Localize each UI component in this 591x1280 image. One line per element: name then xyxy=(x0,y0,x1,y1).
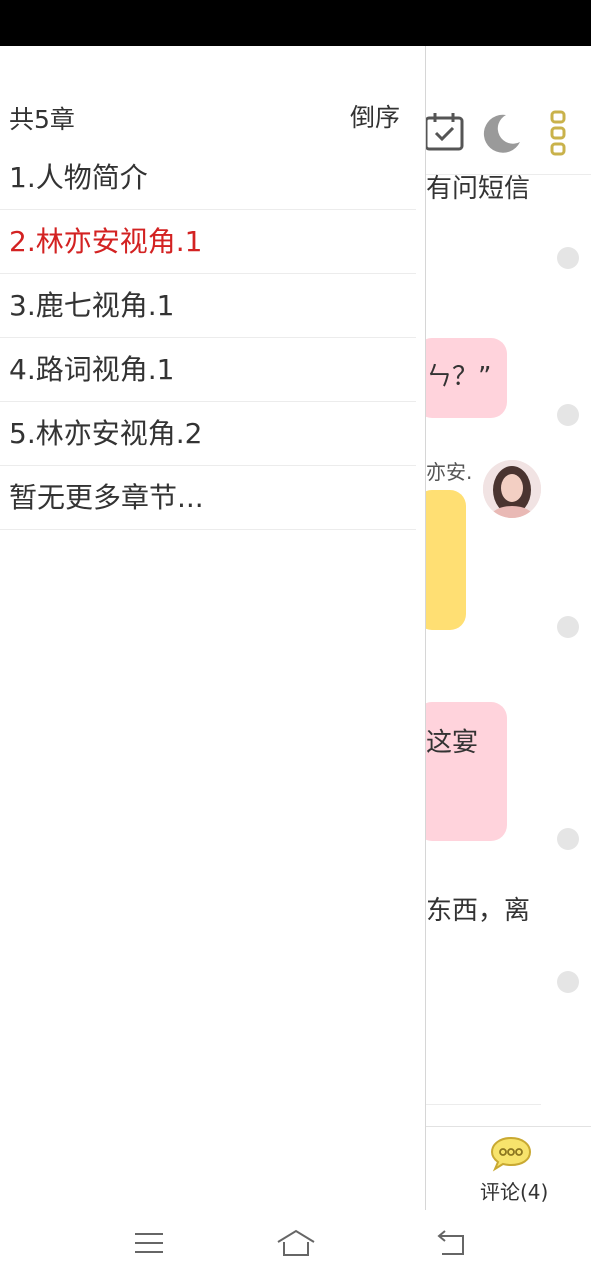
chapter-item[interactable]: 4.路词视角.1 xyxy=(0,338,416,402)
chapter-item[interactable]: 5.林亦安视角.2 xyxy=(0,402,416,466)
system-nav-bar xyxy=(0,1210,591,1280)
chapter-list: 1.人物简介 2.林亦安视角.1 3.鹿七视角.1 4.路词视角.1 5.林亦安… xyxy=(0,146,416,530)
chapter-count: 共5章 xyxy=(9,105,75,134)
paragraph-dot xyxy=(557,971,579,993)
speaker-name: 亦安. xyxy=(426,460,473,484)
comment-icon[interactable] xyxy=(489,1136,533,1172)
paragraph-dot xyxy=(557,616,579,638)
status-bar xyxy=(0,0,591,46)
story-text-line: 东西，离 xyxy=(426,896,531,926)
drawer-header: 共5章 倒序 xyxy=(0,46,416,146)
paragraph-dot xyxy=(557,247,579,269)
menu-icon[interactable] xyxy=(134,1228,164,1258)
reverse-order-button[interactable]: 倒序 xyxy=(350,98,400,134)
calendar-icon[interactable] xyxy=(424,112,464,152)
no-more-chapters: 暂无更多章节... xyxy=(0,466,416,530)
chapter-item-current[interactable]: 2.林亦安视角.1 xyxy=(0,210,416,274)
chat-bubble-text: 这宴 xyxy=(426,728,479,758)
chat-bubble-text: ㄣ？” xyxy=(426,362,492,392)
chapter-item[interactable]: 1.人物简介 xyxy=(0,146,416,210)
comment-count-label[interactable]: 评论(4) xyxy=(480,1176,548,1205)
back-icon[interactable] xyxy=(436,1228,466,1258)
moon-icon[interactable] xyxy=(480,112,522,154)
paragraph-dot xyxy=(557,828,579,850)
chapter-item[interactable]: 3.鹿七视角.1 xyxy=(0,274,416,338)
speaker-avatar[interactable] xyxy=(483,460,541,518)
bottom-bar-divider xyxy=(426,1126,591,1127)
chapter-drawer: 共5章 倒序 1.人物简介 2.林亦安视角.1 3.鹿七视角.1 4.路词视角.… xyxy=(0,46,426,1210)
paragraph-dot xyxy=(557,404,579,426)
home-icon[interactable] xyxy=(276,1228,316,1258)
more-icon[interactable] xyxy=(549,110,567,156)
divider xyxy=(426,1104,541,1105)
story-text-line: 有问短信 xyxy=(426,174,531,204)
